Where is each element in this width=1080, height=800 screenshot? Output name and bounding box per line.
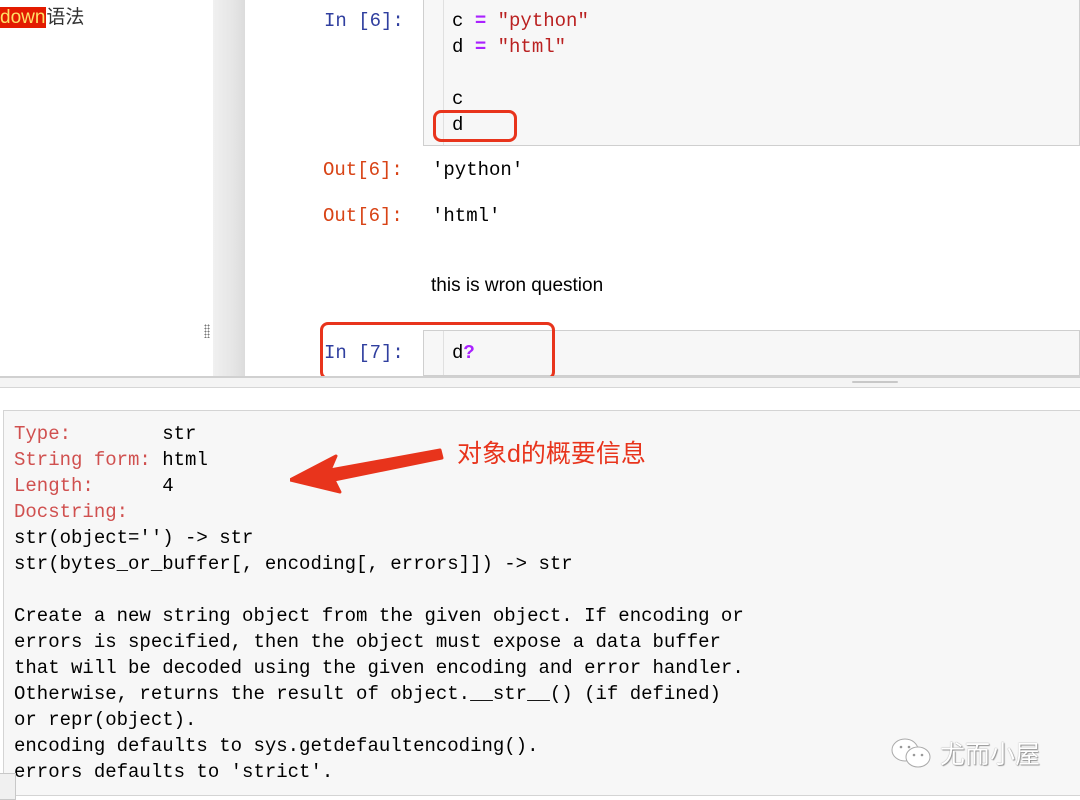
sidebar-gutter (213, 0, 245, 378)
doc-line: errors defaults to 'strict'. (14, 761, 334, 783)
splitter-grip[interactable] (852, 381, 898, 383)
doc-line: or repr(object). (14, 709, 197, 731)
cell6-out-prompt-2: Out[6]: (323, 205, 403, 227)
cell6-input[interactable]: c = "python" d = "html" c d (423, 0, 1080, 146)
toc-item-highlight: down (0, 7, 47, 28)
wechat-icon (891, 738, 931, 768)
annotation-label: 对象d的概要信息 (457, 440, 646, 468)
doc-line: str(object='') -> str (14, 527, 254, 549)
toc-item-label: 语法 (46, 7, 85, 28)
sidebar-resize-handle[interactable] (204, 324, 210, 338)
cell6-code-line1: c = "python" (452, 10, 589, 32)
doc-line: Otherwise, returns the result of object.… (14, 683, 721, 705)
pager-field-type: Type: str (14, 423, 197, 445)
pager-field-docstring: Docstring: (14, 501, 129, 523)
pager-splitter[interactable] (0, 376, 1080, 388)
doc-line: encoding defaults to sys.getdefaultencod… (14, 735, 539, 757)
watermark: 尤而小屋 (890, 735, 1040, 771)
annotation-arrow-icon (290, 448, 444, 494)
doc-line: that will be decoded using the given enc… (14, 657, 744, 679)
doc-line: str(bytes_or_buffer[, encoding[, errors]… (14, 553, 573, 575)
cell6-code-line2: d = "html" (452, 36, 567, 58)
toc-sidebar: down语法 (0, 0, 213, 378)
markdown-cell-text[interactable]: this is wron question (431, 275, 603, 297)
pager-field-length: Length: 4 (14, 475, 174, 497)
corner-toggle[interactable] (0, 773, 16, 800)
cell6-in-prompt: In [6]: (324, 10, 404, 32)
toc-item-markdown-syntax[interactable]: down语法 (0, 2, 84, 29)
doc-line: errors is specified, then the object mus… (14, 631, 721, 653)
cell6-code-line4: c (452, 88, 464, 110)
doc-line: Create a new string object from the give… (14, 605, 744, 627)
cell6-output-1: 'python' (432, 159, 524, 181)
pager-field-string-form: String form: html (14, 449, 208, 471)
highlight-box-cell7 (320, 322, 555, 380)
cell6-output-2: 'html' (432, 205, 501, 227)
highlight-box-d (433, 110, 517, 142)
notebook-area: In [6]: c = "python" d = "html" c d Out[… (245, 0, 1080, 380)
watermark-text: 尤而小屋 (940, 741, 1041, 769)
cell6-out-prompt-1: Out[6]: (323, 159, 403, 181)
